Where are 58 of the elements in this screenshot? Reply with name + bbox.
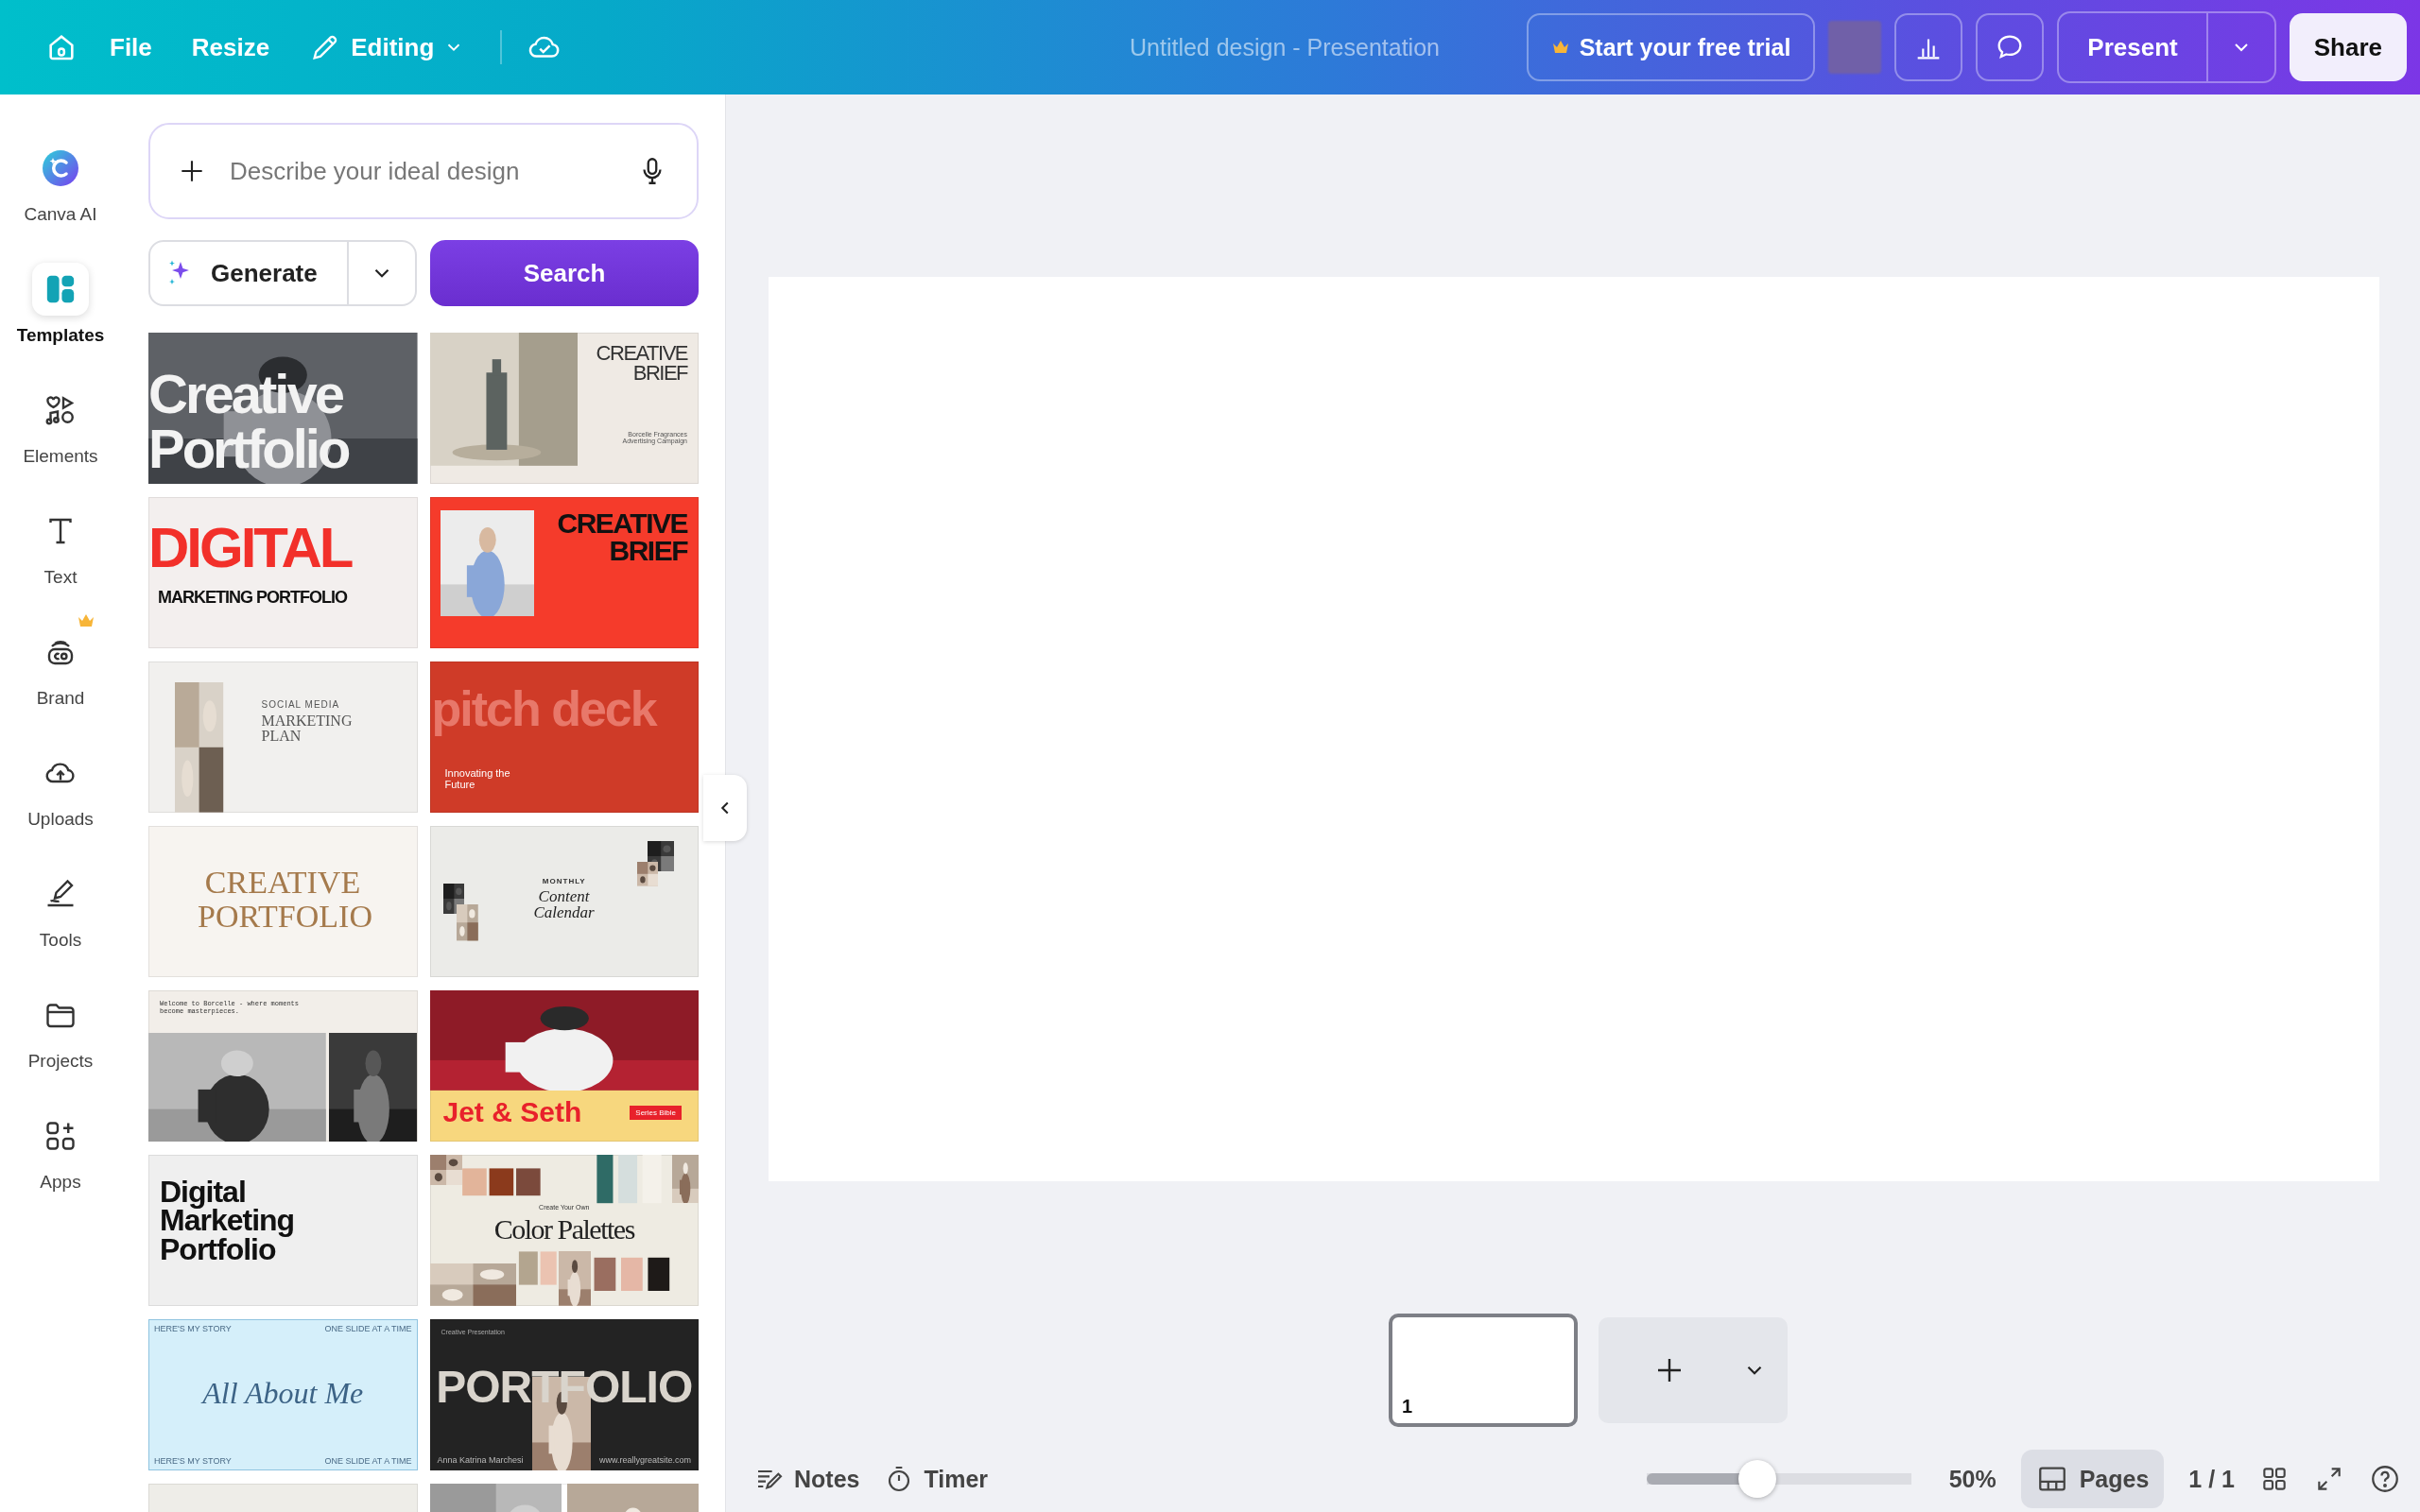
sidebar-item[interactable]: Text [0,486,121,607]
templates-icon [44,273,77,305]
template-thumbnail[interactable]: Digital Marketing Portfolio [148,1155,418,1306]
color-swatches [518,1251,557,1285]
template-text: Innovating the Future [444,767,511,791]
template-thumbnail[interactable]: CREATIVE BRIEF [429,497,699,648]
sidebar-item[interactable]: Templates [0,244,121,365]
template-text: pitch deck [431,680,656,737]
template-text: Content Calendar [532,888,596,920]
template-text: DIGITAL [148,520,352,576]
template-text: ONE SLIDE AT A TIME [324,1456,412,1466]
sidebar-item[interactable]: Uploads [0,728,121,849]
template-text: MARKETING PLAN [261,713,354,744]
sidebar-item[interactable]: Brand [0,607,121,728]
template-text: Anna Katrina Marchesi [437,1455,524,1465]
template-text: ONE SLIDE AT A TIME [324,1324,412,1333]
template-text: HERE'S MY STORY [154,1456,232,1466]
template-thumbnail[interactable]: Jet & Seth Series Bible [429,990,699,1142]
template-thumbnail[interactable]: pitch deck Innovating the Future [429,662,699,813]
template-text: MARKETING PORTFOLIO [158,588,347,608]
template-thumbnail[interactable]: SOCIAL MEDIA MARKETING PLAN [148,662,418,813]
sidebar-item[interactable]: Tools [0,849,121,970]
help-icon[interactable] [2369,1463,2401,1495]
template-text: Creative [148,367,342,421]
sidebar-item[interactable]: Projects [0,970,121,1091]
comment-button[interactable] [1976,13,2045,81]
template-text: Jet & Seth [442,1096,582,1128]
template-thumbnail[interactable]: MONTHLY Content Calendar [429,826,699,977]
template-text: CREATIVE BRIEF [595,344,687,384]
template-text: www.reallygreatsite.com [598,1455,691,1465]
free-trial-button[interactable]: Start your free trial [1526,13,1816,81]
template-text: HERE'S MY STORY [154,1324,232,1333]
zoom-percentage[interactable]: 50% [1948,1465,1996,1493]
sidebar-item[interactable]: Elements [0,365,121,486]
analytics-button[interactable] [1894,13,1963,81]
sparkle-logo-icon [42,149,79,187]
apps-icon [43,1119,78,1153]
page-thumbnail[interactable]: 1 [1389,1314,1578,1427]
notes-button[interactable]: Notes [754,1464,860,1494]
pages-button[interactable]: Pages [2020,1450,2165,1508]
template-text: MONTHLY [541,877,587,885]
search-button[interactable]: Search [430,240,699,306]
collapse-panel-button[interactable] [703,775,747,841]
page-count: 1 / 1 [2188,1465,2235,1493]
slider-handle[interactable] [1738,1460,1777,1498]
timer-button[interactable]: Timer [884,1464,989,1494]
template-text: Series Bible [630,1106,682,1120]
share-button[interactable]: Share [2289,13,2407,81]
sidebar-item[interactable]: Apps [0,1091,121,1211]
template-thumbnail[interactable]: HERE'S MY STORY ONE SLIDE AT A TIME All About Me HERE'S MY STORY ONE SLIDE AT A TIME [148,1319,418,1470]
sidebar-item[interactable]: Canva AI [0,123,121,244]
template-text: All About Me [199,1376,365,1411]
template-text: CREATIVE BRIEF [556,510,687,564]
template-text: Digital Marketing Portfolio [160,1177,296,1264]
template-thumbnail[interactable]: DIGITAL MARKETING PORTFOLIO [148,497,418,648]
template-text: SOCIAL MEDIA [261,699,340,710]
crown-icon [1550,39,1570,56]
template-text: Color Palettes [493,1213,636,1246]
